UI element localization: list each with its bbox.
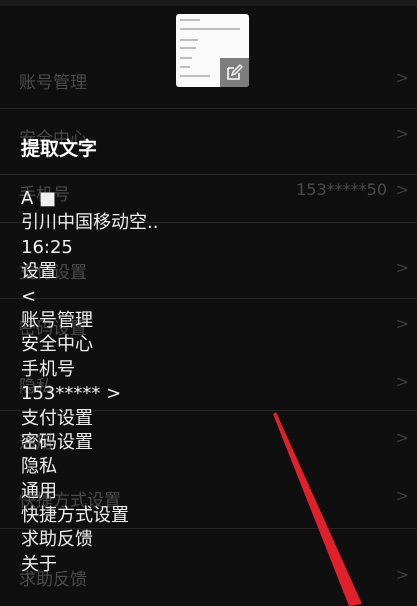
red-arrow-annotation: [273, 412, 362, 606]
arrow-shaft: [273, 412, 362, 606]
